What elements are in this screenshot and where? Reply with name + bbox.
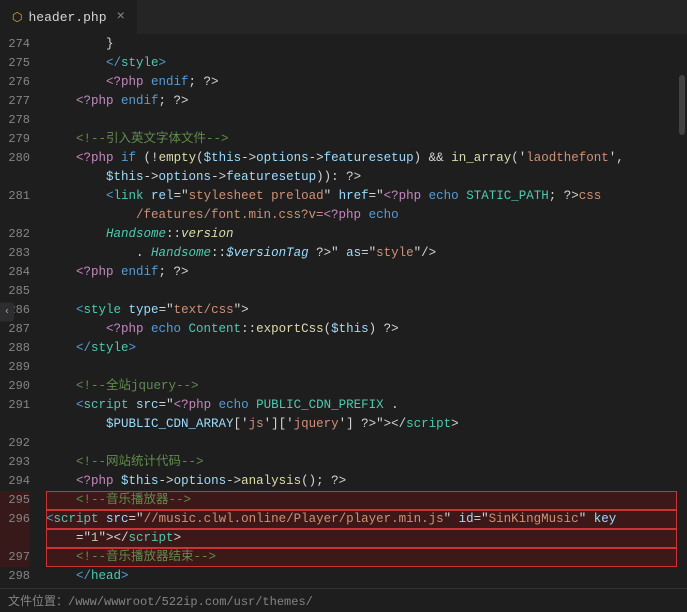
code-line [46, 434, 677, 453]
code-line-highlighted: ="1"></script> [46, 529, 677, 548]
scrollbar-thumb[interactable] [679, 75, 685, 135]
code-line [46, 358, 677, 377]
code-line-highlighted: <!--音乐播放器--> [46, 491, 677, 510]
sidebar-fold[interactable]: ‹ [0, 302, 14, 321]
code-line: $this->options->featuresetup)): ?> [46, 168, 677, 187]
code-line [46, 111, 677, 130]
tab-icon: ⬡ [12, 10, 22, 25]
tab[interactable]: ⬡ header.php × [0, 0, 138, 35]
code-line: <?php if (!empty($this->options->feature… [46, 149, 677, 168]
code-line: <!--网站统计代码--> [46, 453, 677, 472]
code-line: Handsome::version [46, 225, 677, 244]
code-line: <?php echo Content::exportCss($this) ?> [46, 320, 677, 339]
code-line: /features/font.min.css?v=<?php echo [46, 206, 677, 225]
code-line: </head> [46, 567, 677, 586]
code-line: <style type="text/css"> [46, 301, 677, 320]
code-line: $PUBLIC_CDN_ARRAY['js']['jquery'] ?>"></… [46, 415, 677, 434]
code-line: } [46, 35, 677, 54]
code-line [46, 282, 677, 301]
code-line: <?php endif; ?> [46, 263, 677, 282]
code-line: . Handsome::$versionTag ?>" as="style"/> [46, 244, 677, 263]
code-line: <!--全站jquery--> [46, 377, 677, 396]
file-path: 文件位置：/www/wwwroot/522ip.com/usr/themes/ [8, 592, 313, 609]
editor: ‹ 274 275 276 277 278 279 280 281 282 28… [0, 35, 687, 588]
code-content: } </style> <?php endif; ?> <?php endif; … [38, 35, 677, 588]
tab-filename: header.php [28, 10, 106, 25]
code-line-highlighted: <!--音乐播放器结束--> [46, 548, 677, 567]
scrollbar[interactable] [677, 35, 687, 588]
code-line: </style> [46, 54, 677, 73]
code-line: <?php endif; ?> [46, 73, 677, 92]
tab-bar: ⬡ header.php × [0, 0, 687, 35]
code-line: <script src="<?php echo PUBLIC_CDN_PREFI… [46, 396, 677, 415]
code-line: <link rel="stylesheet preload" href="<?p… [46, 187, 677, 206]
status-bar: 文件位置：/www/wwwroot/522ip.com/usr/themes/ [0, 588, 687, 612]
tab-close-icon[interactable]: × [117, 9, 125, 25]
code-line-highlighted: <script src="//music.clwl.online/Player/… [46, 510, 677, 529]
code-line: <?php $this->options->analysis(); ?> [46, 472, 677, 491]
code-line: <?php endif; ?> [46, 92, 677, 111]
code-line [46, 586, 677, 588]
code-line: <!--引入英文字体文件--> [46, 130, 677, 149]
code-line: </style> [46, 339, 677, 358]
